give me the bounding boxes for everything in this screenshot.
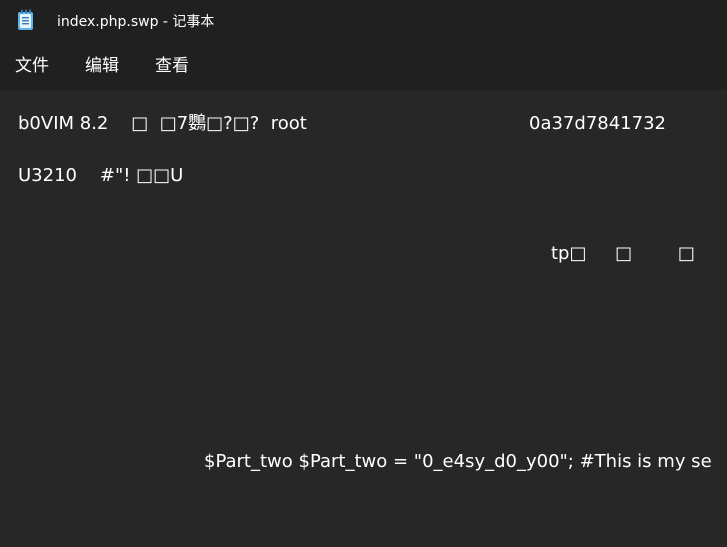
title-bar[interactable]: index.php.swp - 记事本: [0, 0, 727, 42]
text-line-2: U3210 #"! □□U: [18, 165, 184, 186]
window-title: index.php.swp - 记事本: [57, 14, 215, 30]
menu-bar: 文件 编辑 查看: [0, 42, 727, 90]
text-line-3: tp□ □ □: [551, 243, 695, 264]
text-editor-area[interactable]: b0VIM 8.2 □ □7鸚□?□? root 0a37d7841732 U3…: [0, 90, 727, 547]
text-line-1-left: b0VIM 8.2 □ □7鸚□?□? root: [18, 113, 307, 134]
notepad-window: index.php.swp - 记事本 文件 编辑 查看 b0VIM 8.2 □…: [0, 0, 727, 547]
text-line-1-right: 0a37d7841732: [529, 113, 666, 134]
menu-view[interactable]: 查看: [155, 54, 189, 78]
text-line-4: $Part_two $Part_two = "0_e4sy_d0_y00"; #…: [204, 451, 712, 472]
menu-edit[interactable]: 编辑: [85, 54, 119, 78]
menu-file[interactable]: 文件: [15, 54, 49, 78]
notepad-icon: [16, 9, 36, 31]
